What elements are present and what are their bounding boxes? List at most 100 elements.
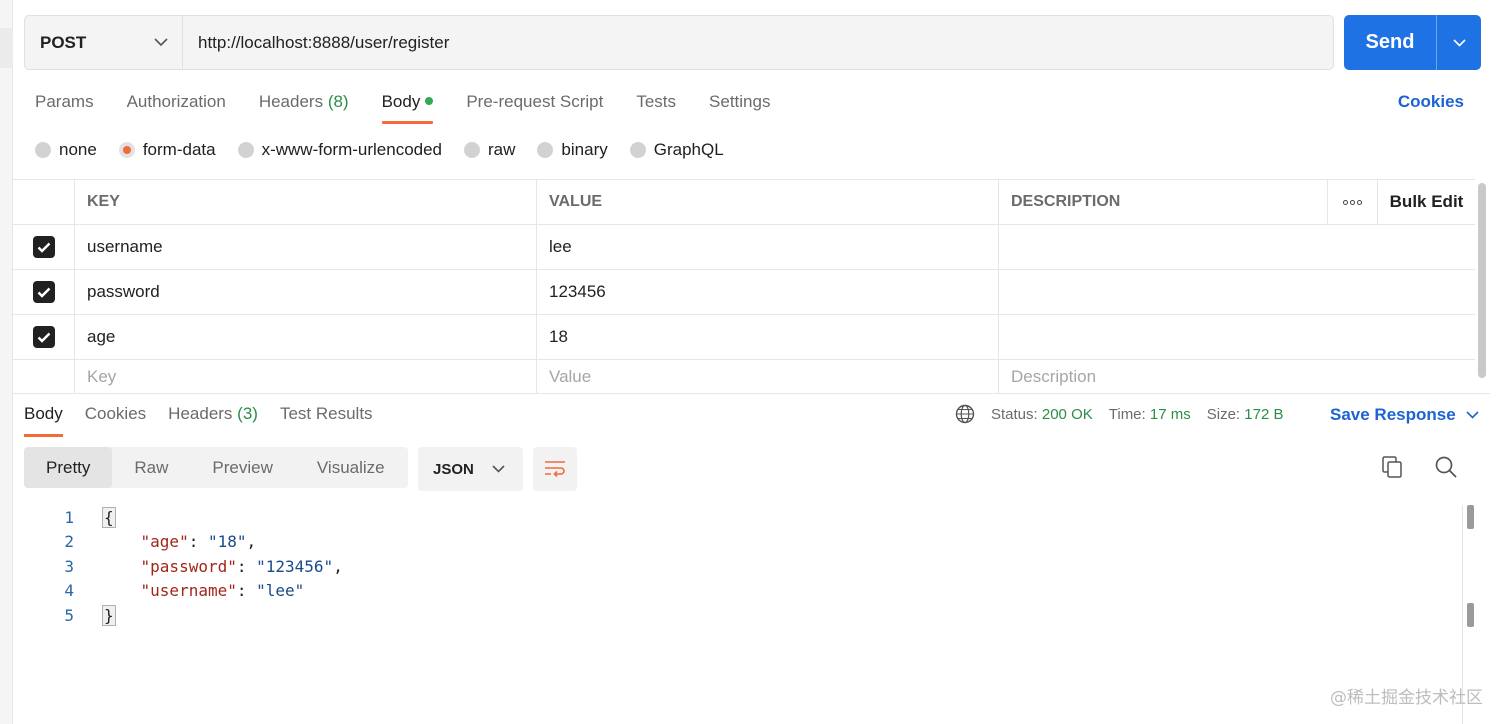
url-input[interactable] xyxy=(183,16,1333,69)
copy-icon xyxy=(1382,456,1402,478)
response-tab-test-results[interactable]: Test Results xyxy=(280,404,373,437)
line-number: 5 xyxy=(64,605,74,625)
header-value: VALUE xyxy=(537,180,999,224)
new-description-input[interactable]: Description xyxy=(999,360,1475,394)
row-key[interactable]: password xyxy=(75,270,537,314)
cookies-link[interactable]: Cookies xyxy=(1398,92,1464,112)
send-options-button[interactable] xyxy=(1436,15,1481,70)
radio-circle-selected xyxy=(118,142,135,158)
row-checkbox[interactable] xyxy=(32,236,55,258)
header-description: DESCRIPTION xyxy=(999,180,1328,224)
row-value[interactable]: lee xyxy=(537,225,999,269)
row-key[interactable]: username xyxy=(75,225,537,269)
header-check-cell xyxy=(13,180,75,224)
view-visualize[interactable]: Visualize xyxy=(295,447,407,488)
check-icon xyxy=(37,242,50,253)
check-icon xyxy=(37,287,50,298)
code-scrollbar-marker[interactable] xyxy=(1467,603,1474,627)
row-check-cell xyxy=(13,360,75,394)
response-code-view[interactable]: 1{ 2 "age": "18", 3 "password": "123456"… xyxy=(24,505,1462,724)
header-key: KEY xyxy=(75,180,537,224)
radio-form-data[interactable]: form-data xyxy=(118,140,216,160)
method-label: POST xyxy=(40,32,87,52)
json-key: "age" xyxy=(140,532,189,552)
watermark: @稀土掘金技术社区 xyxy=(1330,688,1483,708)
json-key: "username" xyxy=(140,581,237,601)
row-check-cell xyxy=(13,315,75,359)
response-headers-count: (3) xyxy=(237,404,258,423)
code-scrollbar-marker[interactable] xyxy=(1467,505,1474,529)
chevron-down-icon xyxy=(154,38,168,47)
table-row: age 18 xyxy=(13,315,1475,360)
row-description[interactable] xyxy=(999,270,1475,314)
tab-authorization[interactable]: Authorization xyxy=(127,88,226,124)
new-key-input[interactable]: Key xyxy=(75,360,537,394)
response-tab-cookies[interactable]: Cookies xyxy=(85,404,146,437)
globe-icon[interactable] xyxy=(955,404,975,424)
headers-count: (8) xyxy=(327,92,349,111)
radio-circle xyxy=(35,142,51,158)
radio-circle xyxy=(237,142,254,158)
save-response-button[interactable]: Save Response xyxy=(1330,405,1479,425)
view-raw[interactable]: Raw xyxy=(112,447,190,488)
table-row: password 123456 xyxy=(13,270,1475,315)
view-pretty[interactable]: Pretty xyxy=(24,447,113,488)
tab-settings[interactable]: Settings xyxy=(709,88,770,124)
radio-x-www-form-urlencoded[interactable]: x-www-form-urlencoded xyxy=(237,140,442,160)
row-checkbox[interactable] xyxy=(32,281,55,303)
request-tabs: Params Authorization Headers (8) Body Pr… xyxy=(35,88,770,124)
column-options-button[interactable] xyxy=(1328,180,1378,224)
tab-body[interactable]: Body xyxy=(381,88,434,124)
search-button[interactable] xyxy=(1434,455,1460,483)
copy-button[interactable] xyxy=(1381,455,1407,483)
json-key: "password" xyxy=(140,556,237,576)
response-view-switcher: Pretty Raw Preview Visualize xyxy=(24,447,408,488)
code-line: 3 "password": "123456", xyxy=(24,554,1462,579)
row-value[interactable]: 123456 xyxy=(537,270,999,314)
table-header-row: KEY VALUE DESCRIPTION Bulk Edit xyxy=(13,180,1475,225)
wrap-lines-button[interactable] xyxy=(533,447,577,491)
radio-none[interactable]: none xyxy=(35,140,97,160)
size-meta[interactable]: Size: 172 B xyxy=(1207,406,1284,423)
row-value[interactable]: 18 xyxy=(537,315,999,359)
row-check-cell xyxy=(13,270,75,314)
send-button-group: Send xyxy=(1344,15,1481,70)
radio-raw[interactable]: raw xyxy=(464,140,515,160)
close-brace: } xyxy=(102,604,116,626)
response-tab-headers[interactable]: Headers (3) xyxy=(168,404,258,437)
check-icon xyxy=(37,332,50,343)
new-value-input[interactable]: Value xyxy=(537,360,999,394)
tab-pre-request-script[interactable]: Pre-request Script xyxy=(466,88,603,124)
view-preview[interactable]: Preview xyxy=(190,447,294,488)
json-value: "lee" xyxy=(256,581,305,601)
response-meta: Status: 200 OK Time: 17 ms Size: 172 B xyxy=(955,404,1283,424)
sidebar-nub[interactable] xyxy=(0,28,13,68)
bulk-edit-button[interactable]: Bulk Edit xyxy=(1378,180,1475,224)
tab-tests[interactable]: Tests xyxy=(636,88,676,124)
format-select[interactable]: JSON xyxy=(418,447,523,491)
table-scrollbar[interactable] xyxy=(1478,183,1486,378)
row-description[interactable] xyxy=(999,315,1475,359)
row-checkbox[interactable] xyxy=(32,326,55,348)
code-line: 4 "username": "lee" xyxy=(24,579,1462,604)
response-header: Body Cookies Headers (3) Test Results St… xyxy=(13,393,1490,439)
code-line: 2 "age": "18", xyxy=(24,530,1462,555)
radio-binary[interactable]: binary xyxy=(537,140,608,160)
method-select[interactable]: POST xyxy=(25,16,183,69)
row-description[interactable] xyxy=(999,225,1475,269)
tab-params[interactable]: Params xyxy=(35,88,94,124)
send-button[interactable]: Send xyxy=(1344,15,1436,70)
row-check-cell xyxy=(13,225,75,269)
tab-headers[interactable]: Headers (8) xyxy=(259,88,349,124)
time-meta[interactable]: Time: 17 ms xyxy=(1109,406,1191,423)
status-meta[interactable]: Status: 200 OK xyxy=(991,406,1093,423)
size-value: 172 B xyxy=(1244,405,1284,423)
line-number: 1 xyxy=(64,507,74,527)
status-value: 200 OK xyxy=(1041,405,1093,423)
row-key[interactable]: age xyxy=(75,315,537,359)
response-tab-body[interactable]: Body xyxy=(24,404,63,437)
radio-graphql[interactable]: GraphQL xyxy=(629,140,724,160)
line-number: 2 xyxy=(64,532,74,552)
line-number: 4 xyxy=(64,581,74,601)
right-edge xyxy=(1490,0,1512,724)
